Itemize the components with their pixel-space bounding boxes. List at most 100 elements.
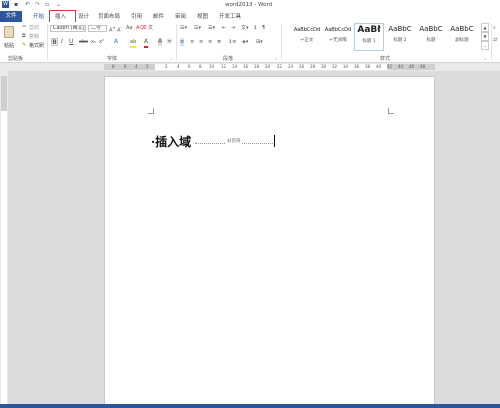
save-icon[interactable]: ▪ [14,1,18,9]
tab-references[interactable]: 引用 [131,12,142,20]
divider [281,24,282,60]
style-no-spacing[interactable]: AaBbCcDd ↵无间隔 [323,23,353,51]
print-preview-icon[interactable]: ▫ [45,1,49,9]
text-cursor [274,135,275,147]
font-name-select[interactable]: Calibri (西文正 [50,25,86,32]
style-normal[interactable]: AaBbCcDd ↵正文 [292,23,322,51]
styles-more-icon[interactable]: ⌄ [481,41,489,50]
ruler-number: 12 [221,64,227,69]
increase-indent-icon[interactable]: ⇥ [231,24,235,32]
subscript-icon[interactable]: x₂ [91,38,96,46]
format-painter-icon[interactable]: ✎ [22,41,26,49]
strikethrough-icon[interactable]: abc [79,38,88,46]
font-size-select[interactable]: 二号 [88,25,107,32]
tab-review[interactable]: 审阅 [175,12,186,20]
bold-button[interactable]: B [51,38,58,46]
bullets-icon[interactable]: ☰▾ [180,24,187,32]
ruler-number: 6 [124,64,127,69]
vertical-ruler[interactable] [0,71,8,408]
ribbon: 粘贴 ✂ 剪切 ⧉ 复制 ✎ 格式刷 剪贴板 Calibri (西文正 二号 A… [0,22,500,63]
ruler-number: 40 [376,64,382,69]
tab-design[interactable]: 设计 [78,12,89,20]
ruler-number: 2 [165,64,168,69]
distributed-icon[interactable]: ≣ [217,38,221,46]
style-title[interactable]: AaBbC 标题 [416,23,446,51]
cut-button[interactable]: 剪切 [29,24,39,31]
tab-page-layout[interactable]: 页面布局 [98,12,120,20]
italic-button[interactable]: I [61,38,63,46]
copy-icon[interactable]: ⧉ [22,32,26,40]
divider [491,24,492,60]
decrease-indent-icon[interactable]: ⇤ [222,24,226,32]
style-preview: AaBł [357,25,381,35]
enclose-char-icon[interactable]: ㊥ [167,38,172,46]
ruler-number: 42 [387,64,393,69]
margin-corner-tl [148,108,154,114]
grow-font-icon[interactable]: A+ [109,24,116,35]
ruler-number: 4 [135,64,138,69]
tab-home[interactable]: 开始 [33,12,44,20]
tab-file[interactable]: 文件 [0,11,22,22]
style-preview: AaBbCcDd [293,27,321,33]
divider [176,24,177,60]
clear-format-icon[interactable]: A⌫ [136,24,147,32]
ruler-number: 28 [310,64,316,69]
highlight-icon[interactable]: ab [130,38,137,48]
paste-icon[interactable] [4,26,14,38]
replace-icon[interactable]: ⇄ [493,36,497,44]
format-painter-button[interactable]: 格式刷 [29,42,44,49]
superscript-icon[interactable]: x² [99,38,104,46]
word-app-icon: W [2,1,9,8]
borders-icon[interactable]: ⊞▾ [256,38,263,46]
styles-scroll-down-icon[interactable]: ▼ [481,32,489,41]
tab-view[interactable]: 视图 [197,12,208,20]
phonetic-icon[interactable]: 文 [148,24,153,32]
ruler-number: 32 [332,64,338,69]
char-shading-icon[interactable]: A [158,38,163,46]
align-left-icon[interactable]: ≡ [180,38,185,46]
undo-icon[interactable]: ↶ [25,1,30,9]
ruler-number: 36 [354,64,360,69]
font-color-icon[interactable]: A [144,38,149,48]
underline-button[interactable]: U [69,38,73,46]
align-right-icon[interactable]: ≡ [199,38,203,46]
styles-scroll-up-icon[interactable]: ▲ [481,23,489,32]
redo-icon[interactable]: ↷ [35,1,40,9]
horizontal-ruler[interactable]: 8 6 4 2 2 4 6 8 10 12 14 16 18 20 22 24 … [0,63,500,71]
style-heading-1[interactable]: AaBł 标题 1 [354,23,384,51]
paragraph-group-label: 段落 [223,56,234,62]
numbering-icon[interactable]: ☰▾ [194,24,201,32]
tab-mailings[interactable]: 邮件 [153,12,164,20]
document-heading[interactable]: ·插入域 [151,133,191,150]
styles-dialog-launcher-icon[interactable]: ⌟ [484,54,486,62]
ruler-number: 22 [277,64,283,69]
change-case-icon[interactable]: Aa [126,24,132,32]
chinese-layout-icon[interactable]: 文▾ [241,24,249,32]
show-marks-icon[interactable]: ¶ [262,24,265,32]
font-dialog-launcher-icon[interactable]: ⌟ [170,54,172,62]
style-name: ↵无间隔 [329,38,347,43]
margin-corner-tr [388,108,394,114]
customize-qat-icon[interactable]: ⌄ [56,1,61,9]
ruler-number: 30 [321,64,327,69]
style-heading-2[interactable]: AaBbC 标题 2 [385,23,415,51]
sort-icon[interactable]: ↕ [253,24,257,32]
align-center-icon[interactable]: ≡ [190,38,194,46]
multilevel-list-icon[interactable]: ☰▾ [208,24,215,32]
style-name: 标题 [426,38,436,43]
line-spacing-icon[interactable]: ↕≡ [228,38,236,46]
paste-button[interactable]: 粘贴 [4,42,14,49]
ruler-number: 44 [398,64,404,69]
shading-icon[interactable]: ◈▾ [242,38,248,46]
font-group-label: 字体 [107,56,118,62]
document-page[interactable]: ·插入域 分页符 [104,76,435,408]
cut-icon[interactable]: ✂ [22,23,26,31]
text-effects-icon[interactable]: A [114,38,118,46]
tab-developer[interactable]: 开发工具 [219,12,241,20]
shrink-font-icon[interactable]: A- [117,24,122,35]
find-icon[interactable]: ⌕ [493,24,496,32]
copy-button[interactable]: 复制 [29,33,39,40]
paragraph-dialog-launcher-icon[interactable]: ⌟ [275,54,277,62]
style-subtitle[interactable]: AaBbC 副标题 [447,23,477,51]
justify-icon[interactable]: ≡ [208,38,212,46]
